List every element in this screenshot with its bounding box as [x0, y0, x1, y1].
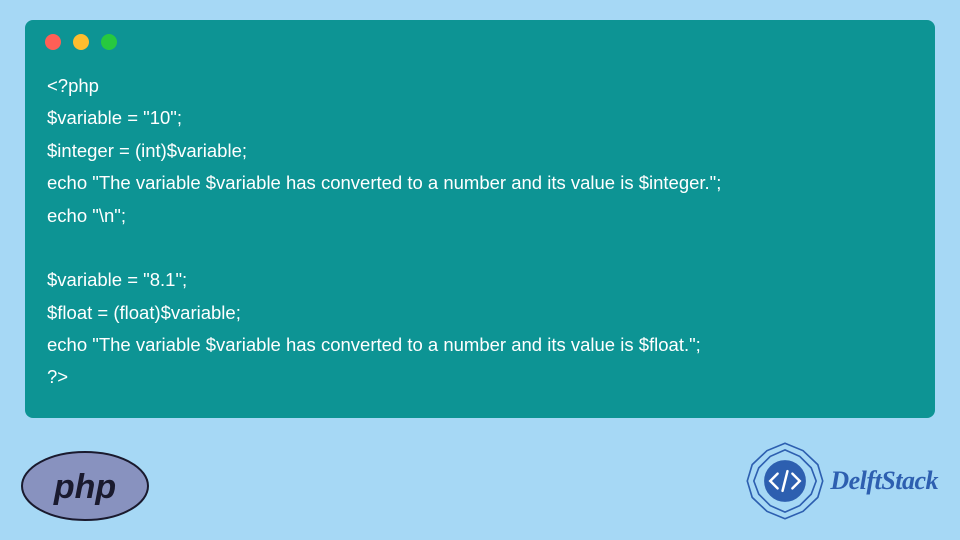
- code-line: echo "The variable $variable has convert…: [47, 334, 701, 355]
- code-line: echo "The variable $variable has convert…: [47, 172, 721, 193]
- delftstack-logo: DelftStack: [744, 440, 938, 522]
- delftstack-text: DelftStack: [830, 466, 938, 496]
- maximize-icon: [101, 34, 117, 50]
- code-line: $integer = (int)$variable;: [47, 140, 247, 161]
- minimize-icon: [73, 34, 89, 50]
- close-icon: [45, 34, 61, 50]
- php-logo-icon: php: [20, 450, 150, 522]
- code-block: <?php $variable = "10"; $integer = (int)…: [25, 64, 935, 400]
- code-line: $float = (float)$variable;: [47, 302, 241, 323]
- delftstack-emblem-icon: [744, 440, 826, 522]
- window-titlebar: [25, 20, 935, 64]
- code-line: <?php: [47, 75, 99, 96]
- code-window: <?php $variable = "10"; $integer = (int)…: [25, 20, 935, 418]
- code-line: ?>: [47, 366, 68, 387]
- code-line: $variable = "8.1";: [47, 269, 187, 290]
- php-logo-text: php: [53, 468, 116, 506]
- code-line: echo "\n";: [47, 205, 126, 226]
- code-line: $variable = "10";: [47, 107, 182, 128]
